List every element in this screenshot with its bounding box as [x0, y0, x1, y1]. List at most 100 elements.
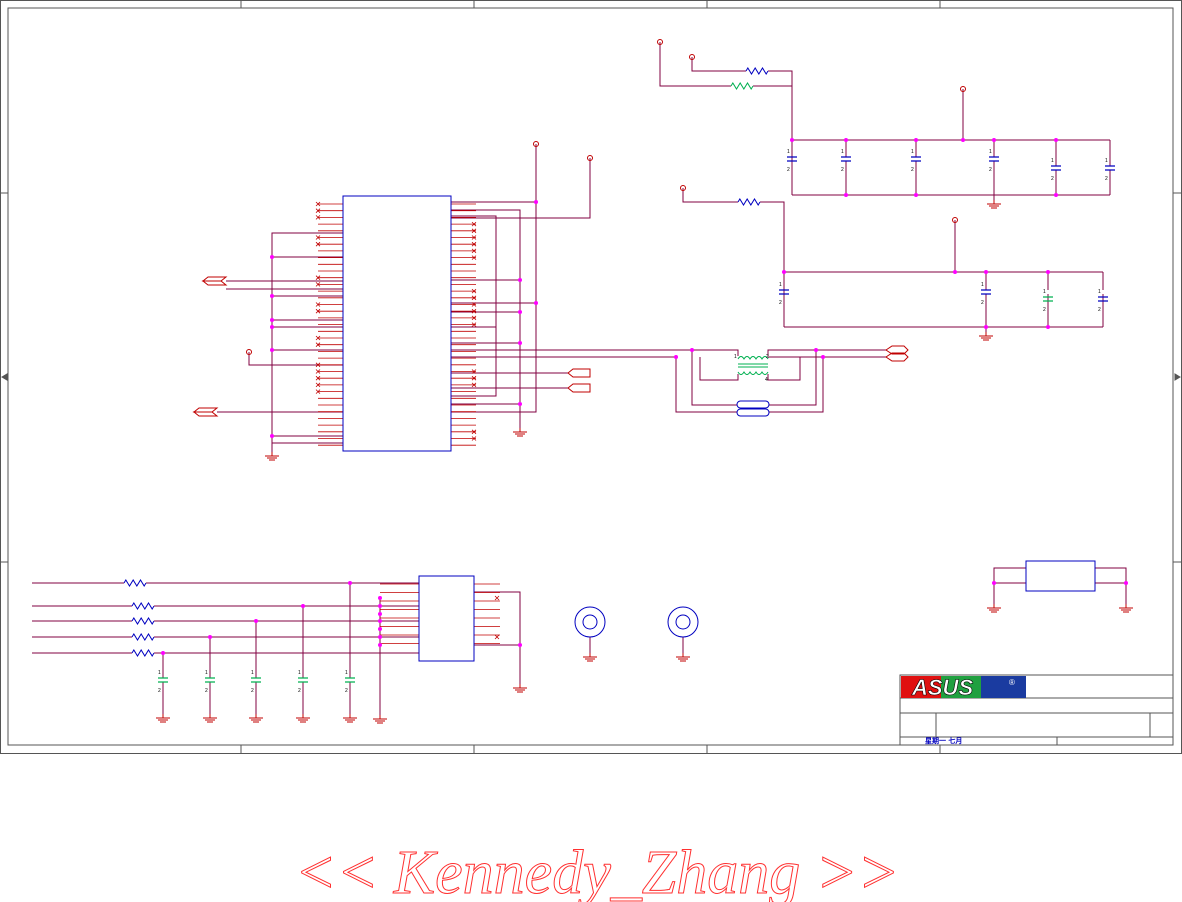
- pin-label: 1: [734, 354, 737, 360]
- cap-pin-label: 2: [1051, 176, 1054, 182]
- off-page-port: [201, 276, 228, 286]
- cap-pin-label: 2: [345, 688, 348, 694]
- no-connect-mark: [494, 634, 500, 640]
- junction-dot: [782, 270, 786, 274]
- wire: [767, 349, 817, 406]
- off-page-port: [192, 407, 219, 417]
- cap-pin-label: 1: [841, 149, 844, 155]
- wire: [768, 356, 824, 413]
- cap-pin-label: 2: [1098, 307, 1101, 313]
- resistor: [131, 602, 155, 610]
- ground-symbol: [513, 684, 527, 693]
- capacitor: [911, 156, 921, 162]
- date-field: 星期一 七月: [925, 736, 962, 745]
- resistor: [131, 633, 155, 641]
- capacitor: [251, 677, 261, 683]
- components: 1 2 1 2 1 2 1 2 1 2 1 2 1 2 1 2 1 2 1 2 1 2 1 2 1 2 1 2 1 2: [123, 67, 1115, 694]
- junction-dot: [1046, 325, 1050, 329]
- wire: [659, 42, 731, 87]
- wire: [767, 357, 801, 381]
- cap-pin-label: 2: [251, 688, 254, 694]
- cap-pin-label: 2: [911, 167, 914, 173]
- cap-pin-label: 1: [251, 670, 254, 676]
- junction-dot: [270, 318, 274, 322]
- junction-dot: [814, 348, 818, 352]
- cap-pin-label: 2: [787, 167, 790, 173]
- cap-pin-label: 1: [989, 149, 992, 155]
- ground-symbol: [1119, 604, 1133, 613]
- junction-dot: [961, 138, 965, 142]
- junction-dot: [254, 619, 258, 623]
- ground-symbol: [583, 653, 597, 662]
- capacitor: [158, 677, 168, 683]
- wire: [682, 188, 738, 203]
- cap-pin-label: 1: [158, 670, 161, 676]
- junction-dot: [378, 596, 382, 600]
- junction-dot: [518, 310, 522, 314]
- junction-dot: [378, 627, 382, 631]
- junction-dot: [992, 581, 996, 585]
- off-page-port: [567, 368, 591, 393]
- ground-symbol: [156, 714, 170, 723]
- wire: [1095, 567, 1127, 584]
- wire: [474, 591, 521, 684]
- cap-pin-label: 1: [787, 149, 790, 155]
- cap-pin-label: 1: [345, 670, 348, 676]
- logo-text: ASUS: [911, 675, 973, 700]
- cap-pin-label: 2: [981, 300, 984, 306]
- junction-dot: [844, 193, 848, 197]
- cap-pin-label: 2: [989, 167, 992, 173]
- capacitor: [345, 677, 355, 683]
- junction-dot: [992, 138, 996, 142]
- transceiver-ic: [342, 195, 452, 452]
- junction-dot: [953, 270, 957, 274]
- wire: [691, 57, 746, 72]
- wire: [692, 349, 739, 356]
- junction-dot: [378, 635, 382, 639]
- capacitor: [981, 289, 991, 295]
- resistor: [131, 617, 155, 625]
- mounting-hole-2: [667, 606, 699, 638]
- cap-pin-label: 1: [911, 149, 914, 155]
- junction-dot: [378, 612, 382, 616]
- ground-symbol: [203, 714, 217, 723]
- junction-dot: [914, 138, 918, 142]
- cap-pin-label: 1: [1051, 158, 1054, 164]
- wire: [993, 567, 1026, 583]
- ground-symbol: [249, 714, 263, 723]
- junction-dot: [301, 604, 305, 608]
- asus-logo: ASUS ®: [901, 675, 1026, 700]
- junction-dot: [790, 138, 794, 142]
- registered-mark: ®: [1009, 678, 1015, 687]
- wire: [699, 357, 739, 381]
- capacitor: [841, 156, 851, 162]
- junction-dot: [1054, 193, 1058, 197]
- ground-symbol: [343, 714, 357, 723]
- wire: [451, 215, 497, 397]
- ground-symbol: [265, 452, 279, 461]
- ground-symbol: [979, 332, 993, 341]
- junction-dot: [270, 434, 274, 438]
- junction-dot: [914, 193, 918, 197]
- junction-dot: [821, 355, 825, 359]
- mounting-holes: [574, 606, 699, 638]
- cap-pin-label: 1: [1043, 289, 1046, 295]
- wire: [451, 158, 591, 219]
- capacitor: [1105, 165, 1115, 171]
- wire: [768, 70, 793, 195]
- junction-dot: [378, 619, 382, 623]
- ground-symbol: [373, 715, 387, 724]
- watermark: << Kennedy_Zhang >>: [295, 839, 900, 902]
- cap-pin-label: 1: [205, 670, 208, 676]
- junction-dot: [690, 348, 694, 352]
- wire: [451, 209, 521, 428]
- cap-pin-label: 1: [981, 282, 984, 288]
- junction-dot: [534, 200, 538, 204]
- ground-symbol: [987, 604, 1001, 613]
- sheet-frame: [0, 0, 1182, 754]
- cap-pin-label: 2: [1105, 176, 1108, 182]
- resistor: [745, 67, 769, 75]
- cap-pin-label: 1: [1105, 158, 1108, 164]
- no-connect-mark: [494, 595, 500, 601]
- junction-dot: [984, 270, 988, 274]
